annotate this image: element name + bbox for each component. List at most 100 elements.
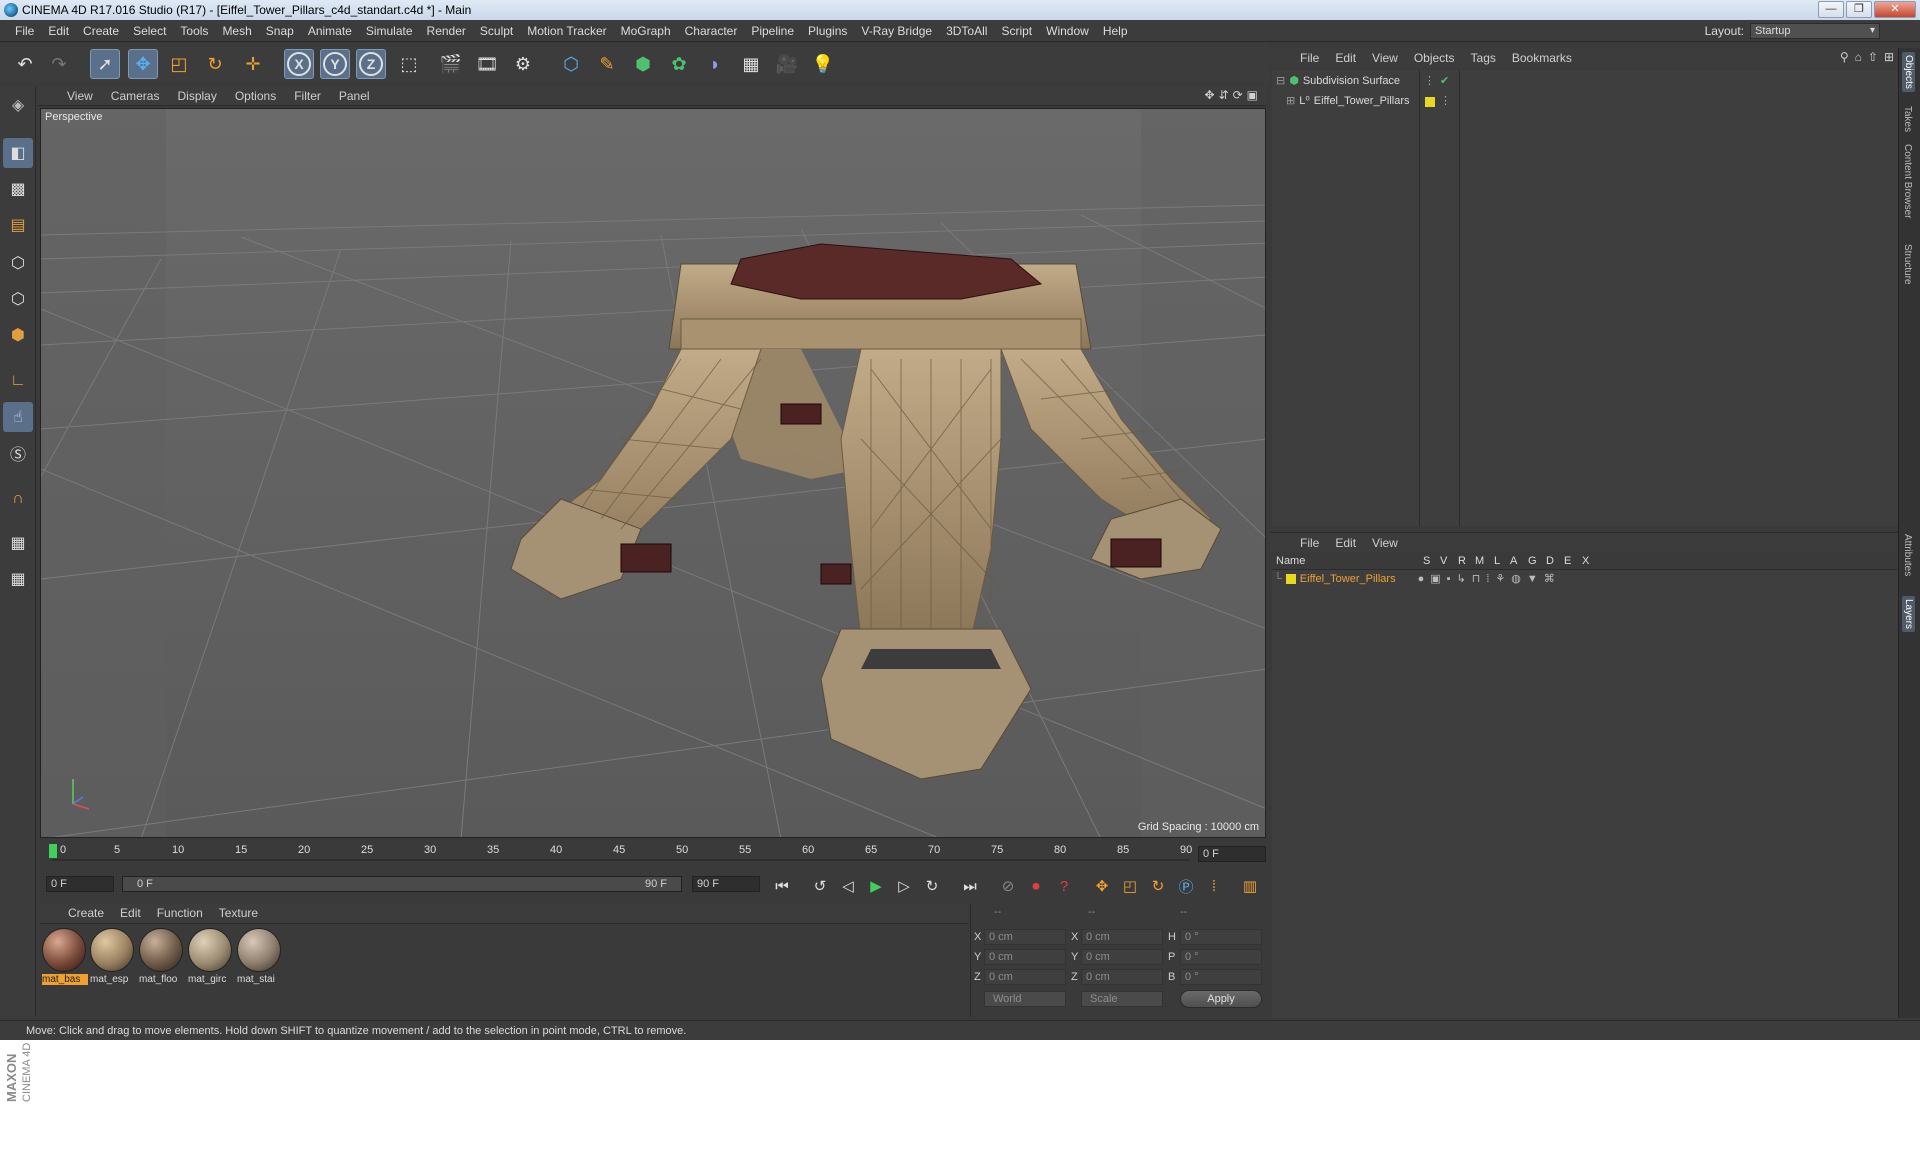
menu-animate[interactable]: Animate (301, 20, 359, 42)
render-picture-viewer-icon[interactable]: 🎞 (472, 49, 502, 79)
visibility-dots-icon[interactable]: ⋮ (1440, 94, 1451, 107)
rotate-tool-icon[interactable]: ↻ (200, 49, 230, 79)
viewport-menu-panel[interactable]: Panel (330, 89, 379, 103)
close-button[interactable]: ✕ (1874, 1, 1916, 18)
viewport-menu-display[interactable]: Display (168, 89, 225, 103)
go-to-end-icon[interactable]: ⏭ (958, 874, 982, 898)
menu-3dtoall[interactable]: 3DToAll (939, 20, 994, 42)
object-menu-tags[interactable]: Tags (1463, 51, 1504, 65)
menu-help[interactable]: Help (1096, 20, 1135, 42)
up-arrow-icon[interactable]: ⇧ (1868, 50, 1878, 64)
live-selection-icon[interactable]: ➚ (90, 49, 120, 79)
move-tool-icon[interactable]: ✥ (128, 49, 158, 79)
floor-scene-icon[interactable]: ▦ (736, 49, 766, 79)
edges-mode-icon[interactable]: ⬡ (3, 284, 33, 314)
make-editable-icon[interactable]: ◈ (3, 90, 33, 120)
key-pla-icon[interactable]: ⁞ (1202, 874, 1226, 898)
autokeying-icon[interactable]: ⏺ (1024, 874, 1048, 898)
object-menu-objects[interactable]: Objects (1406, 51, 1463, 65)
layer-menu-file[interactable]: File (1292, 536, 1327, 550)
timeline-window-icon[interactable]: ▥ (1238, 874, 1262, 898)
light-icon[interactable]: 💡 (808, 49, 838, 79)
polygons-mode-icon[interactable]: ⬢ (3, 320, 33, 350)
y-axis-toggle[interactable]: Y (320, 49, 350, 79)
layout-select[interactable]: Startup (1750, 23, 1880, 39)
layer-flag-icons[interactable]: ●▣▪↳⊓⁞⚘◍▼⌘ (1418, 572, 1561, 585)
material-swatch[interactable]: mat_stai (237, 928, 283, 985)
size-mode-dropdown[interactable]: Scale (1081, 991, 1163, 1007)
toggle-view-icon[interactable]: ▣ (1247, 88, 1258, 102)
new-view-icon[interactable]: ⊞ (1884, 50, 1894, 64)
quantize-icon[interactable]: ▦ (3, 564, 33, 594)
camera-icon[interactable]: 🎥 (772, 49, 802, 79)
key-rotation-icon[interactable]: ↻ (1146, 874, 1170, 898)
tweak-mode-icon[interactable]: ☝ (3, 402, 33, 432)
texture-mode-icon[interactable]: ▩ (3, 174, 33, 204)
cube-primitive-icon[interactable]: ⬡ (556, 49, 586, 79)
keyframe-selection-icon[interactable]: ? (1052, 874, 1076, 898)
menu-edit[interactable]: Edit (41, 20, 76, 42)
key-parameter-icon[interactable]: Ⓟ (1174, 874, 1198, 898)
render-settings-icon[interactable]: ⚙ (508, 49, 538, 79)
deformer-icon[interactable]: ◗ (700, 49, 730, 79)
viewport-menu-filter[interactable]: Filter (285, 89, 330, 103)
menu-window[interactable]: Window (1039, 20, 1096, 42)
rotation-p-field[interactable]: 0 ° (1180, 949, 1262, 965)
layer-menu-edit[interactable]: Edit (1327, 536, 1364, 550)
viewport-menu-view[interactable]: View (58, 89, 102, 103)
tab-takes[interactable]: Takes (1902, 106, 1913, 132)
perspective-viewport[interactable]: Perspective Grid Spacing : 10000 cm (40, 108, 1266, 838)
next-key-icon[interactable]: ↻ (920, 874, 944, 898)
menu-pipeline[interactable]: Pipeline (744, 20, 801, 42)
spline-pen-icon[interactable]: ✎ (592, 49, 622, 79)
size-y-field[interactable]: 0 cm (1081, 949, 1163, 965)
go-to-start-icon[interactable]: ⏮ (770, 874, 794, 898)
coordinate-system-icon[interactable]: ⬚ (394, 49, 424, 79)
transform-tool-icon[interactable]: ✛ (238, 49, 268, 79)
z-axis-toggle[interactable]: Z (356, 49, 386, 79)
menu-file[interactable]: File (8, 20, 41, 42)
previous-frame-icon[interactable]: ◁ (836, 874, 860, 898)
viewport-menu-options[interactable]: Options (226, 89, 285, 103)
redo-icon[interactable]: ↷ (44, 49, 74, 79)
record-active-objects-icon[interactable]: ⊘ (996, 874, 1020, 898)
material-menu-function[interactable]: Function (149, 906, 211, 920)
object-row-subdivision-surface[interactable]: ⊟ ⬢ Subdivision Surface (1276, 74, 1400, 88)
dolly-icon[interactable]: ⇵ (1219, 88, 1229, 102)
workplane-mode-icon[interactable]: ▤ (3, 210, 33, 240)
start-frame-field[interactable]: 0 F (46, 876, 114, 892)
tree-collapse-icon[interactable]: ⊟ (1276, 74, 1285, 87)
home-icon[interactable]: ⌂ (1855, 50, 1862, 64)
viewport-menu-cameras[interactable]: Cameras (102, 89, 169, 103)
material-swatch[interactable]: mat_girc (188, 928, 234, 985)
next-frame-icon[interactable]: ▷ (892, 874, 916, 898)
render-view-icon[interactable]: 🎬 (436, 49, 466, 79)
position-x-field[interactable]: 0 cm (984, 929, 1066, 945)
mograph-cloner-icon[interactable]: ✿ (664, 49, 694, 79)
key-scale-icon[interactable]: ◰ (1118, 874, 1142, 898)
undo-icon[interactable]: ↶ (10, 49, 40, 79)
menu-script[interactable]: Script (994, 20, 1039, 42)
layer-color-swatch[interactable] (1425, 97, 1435, 107)
current-frame-field[interactable]: 0 F (1198, 846, 1266, 862)
solo-mode-icon[interactable]: Ⓢ (3, 438, 33, 468)
coordinate-space-dropdown[interactable]: World (984, 991, 1066, 1007)
layer-color-swatch[interactable] (1285, 573, 1296, 584)
tab-objects[interactable]: Objects (1902, 52, 1915, 92)
rotation-h-field[interactable]: 0 ° (1180, 929, 1262, 945)
menu-simulate[interactable]: Simulate (359, 20, 420, 42)
tab-content-browser[interactable]: Content Browser (1902, 144, 1913, 218)
menu-create[interactable]: Create (76, 20, 126, 42)
model-mode-icon[interactable]: ◧ (3, 138, 33, 168)
x-axis-toggle[interactable]: X (284, 49, 314, 79)
object-menu-file[interactable]: File (1292, 51, 1327, 65)
menu-mesh[interactable]: Mesh (215, 20, 258, 42)
object-row-eiffel-tower-pillars[interactable]: ⊞ L⁰ Eiffel_Tower_Pillars (1286, 94, 1410, 108)
material-menu-edit[interactable]: Edit (112, 906, 149, 920)
playhead[interactable] (49, 844, 57, 858)
points-mode-icon[interactable]: ⬡ (3, 248, 33, 278)
layer-row[interactable]: └ Eiffel_Tower_Pillars ●▣▪↳⊓⁞⚘◍▼⌘ (1274, 572, 1561, 586)
workplane-lock-icon[interactable]: ▦ (3, 528, 33, 558)
object-menu-view[interactable]: View (1364, 51, 1406, 65)
menu-sculpt[interactable]: Sculpt (473, 20, 520, 42)
